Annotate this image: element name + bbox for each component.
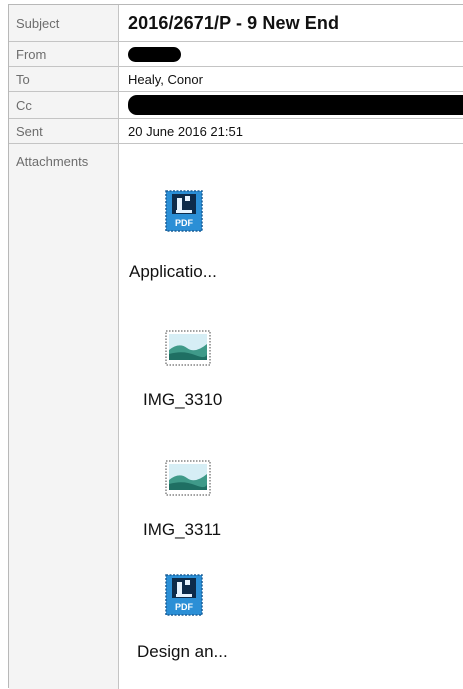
attachment-name[interactable]: IMG_3310 xyxy=(143,390,222,410)
pdf-file-icon: PDF xyxy=(165,190,203,232)
attachments-row: Attachments PDF Applicatio... IMG_3310 I… xyxy=(9,144,463,689)
cc-redaction xyxy=(128,95,463,115)
cc-row: Cc xyxy=(9,92,463,119)
image-file-icon xyxy=(165,460,211,496)
svg-text:PDF: PDF xyxy=(175,218,194,228)
from-row: From xyxy=(9,42,463,67)
svg-text:PDF: PDF xyxy=(175,602,194,612)
attachment-item[interactable]: IMG_3310 xyxy=(129,284,329,409)
attachment-item[interactable]: IMG_3311 xyxy=(129,414,329,539)
cc-label: Cc xyxy=(9,92,119,118)
from-redaction xyxy=(128,46,181,62)
to-row: To Healy, Conor xyxy=(9,67,463,92)
cc-value xyxy=(119,92,463,118)
subject-value: 2016/2671/P - 9 New End xyxy=(128,12,340,33)
image-file-icon xyxy=(165,330,211,366)
attachment-name[interactable]: Applicatio... xyxy=(129,262,217,282)
email-header-panel: Subject 2016/2671/P - 9 New End From To … xyxy=(8,4,463,689)
sent-row: Sent 20 June 2016 21:51 xyxy=(9,119,463,144)
sent-value: 20 June 2016 21:51 xyxy=(128,123,243,139)
sent-label: Sent xyxy=(9,119,119,143)
to-label: To xyxy=(9,67,119,91)
pdf-file-icon: PDF xyxy=(165,574,203,616)
subject-row: Subject 2016/2671/P - 9 New End xyxy=(9,5,463,42)
from-value xyxy=(119,42,463,66)
to-value[interactable]: Healy, Conor xyxy=(119,67,463,91)
from-label: From xyxy=(9,42,119,66)
attachment-item[interactable]: PDF Design an... xyxy=(129,524,329,674)
attachment-name[interactable]: Design an... xyxy=(137,642,228,662)
attachments-label: Attachments xyxy=(9,144,119,689)
subject-label: Subject xyxy=(9,5,119,41)
attachment-item[interactable]: PDF Applicatio... xyxy=(129,144,329,281)
